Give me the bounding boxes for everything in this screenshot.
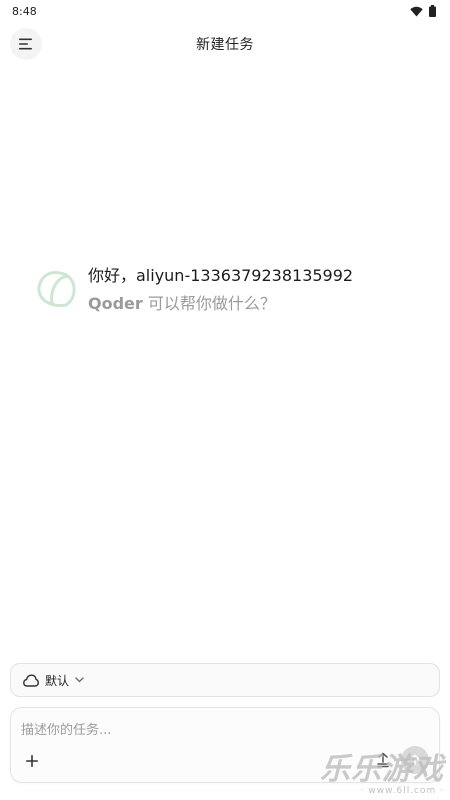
menu-icon — [19, 38, 32, 50]
menu-button[interactable] — [10, 28, 42, 60]
model-label: 默认 — [45, 673, 70, 688]
status-bar: 8:48 — [0, 0, 450, 22]
watermark-url: · www.6ll.com · — [360, 786, 444, 796]
model-selector[interactable]: 默认 — [10, 663, 440, 697]
greeting-text: 你好，aliyun-1336379238135992 Qoder 可以帮你做什么… — [88, 262, 353, 314]
header: 新建任务 — [0, 24, 450, 64]
cloud-icon — [23, 674, 39, 687]
app-screen: 8:48 新建任务 你好，aliyun-1336379238135992 Qod… — [0, 0, 450, 800]
watermark-logo: 乐乐游戏 — [320, 752, 444, 787]
greeting-hello: 你好，aliyun-1336379238135992 — [88, 266, 354, 285]
plus-icon — [26, 755, 38, 767]
add-button[interactable] — [21, 750, 43, 772]
task-input[interactable] — [21, 718, 401, 742]
wifi-icon — [410, 6, 423, 16]
status-time: 8:48 — [12, 4, 37, 18]
status-icons — [410, 5, 436, 17]
brand-name: Qoder — [88, 294, 143, 313]
watermark: 乐乐游戏 · www.6ll.com · — [320, 752, 444, 797]
chevron-down-icon — [75, 677, 84, 683]
battery-icon — [429, 5, 436, 17]
greeting-prompt: Qoder 可以帮你做什么？ — [88, 290, 353, 314]
greeting-question: 可以帮你做什么？ — [142, 294, 276, 313]
page-title: 新建任务 — [196, 37, 254, 53]
qoder-logo-icon — [37, 271, 76, 307]
greeting-block: 你好，aliyun-1336379238135992 Qoder 可以帮你做什么… — [36, 262, 353, 314]
